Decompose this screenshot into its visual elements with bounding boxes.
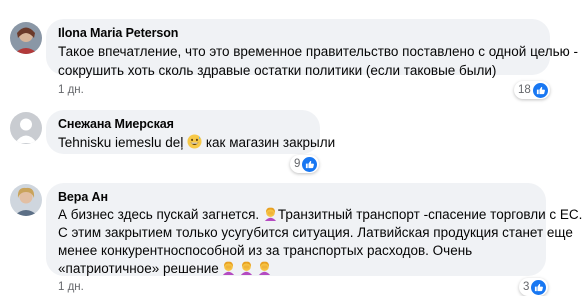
like-icon xyxy=(531,279,547,295)
facepalm-woman-icon xyxy=(257,260,272,275)
comment-bubble: Вера Ан А бизнес здесь пускай загнется. … xyxy=(46,183,582,276)
facepalm-woman-icon xyxy=(239,260,254,275)
grinning-sweat-face-icon xyxy=(187,134,202,149)
facepalm-woman-icon xyxy=(263,206,278,221)
like-icon xyxy=(532,82,548,98)
comment-timestamp[interactable]: 1 дн. xyxy=(58,280,84,294)
avatar[interactable] xyxy=(10,112,42,144)
comment-bubble: Ilona Maria Peterson Такое впечатление, … xyxy=(46,19,578,78)
comment-text: Такое впечатление, что это временное пра… xyxy=(58,44,578,78)
comment-author[interactable]: Ilona Maria Peterson xyxy=(58,25,538,41)
comment-author[interactable]: Снежана Миерская xyxy=(58,116,308,132)
comment-text: А бизнес здесь пускай загнется. Транзитн… xyxy=(58,206,582,276)
reaction-count[interactable]: 3 xyxy=(519,278,549,296)
avatar[interactable] xyxy=(10,22,42,54)
like-icon xyxy=(302,156,318,172)
comment-bubble: Снежана Миерская Tehnisku iemeslu deļ ка… xyxy=(46,110,336,154)
facepalm-woman-icon xyxy=(221,260,236,275)
reaction-count[interactable]: 18 xyxy=(514,81,550,99)
comment-timestamp[interactable]: 1 дн. xyxy=(58,83,84,97)
reaction-count[interactable]: 9 xyxy=(290,155,320,173)
avatar[interactable] xyxy=(10,184,42,216)
comment-text: Tehnisku iemeslu deļ как магазин закрыли xyxy=(58,134,336,150)
comment-author[interactable]: Вера Ан xyxy=(58,189,534,205)
